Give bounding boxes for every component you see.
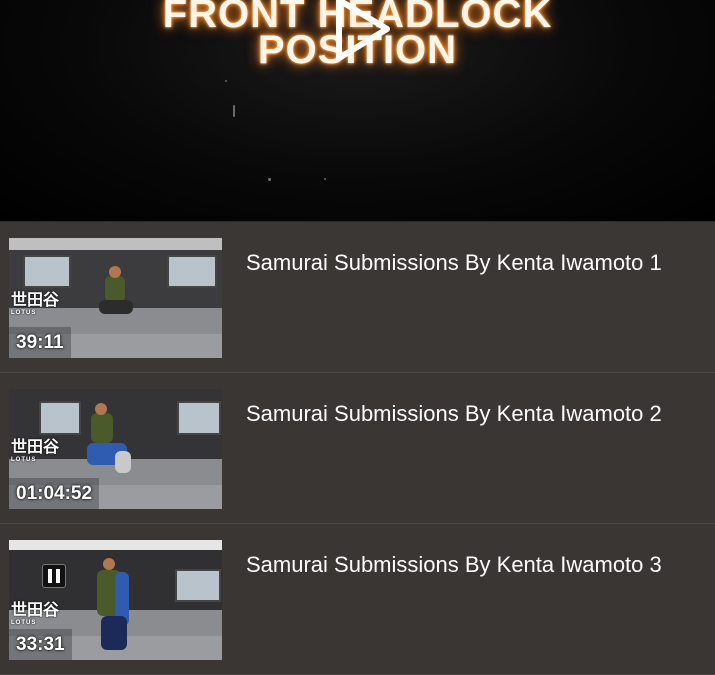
speck — [225, 80, 227, 82]
thumbnail-window — [39, 401, 81, 435]
thumbnail-person-legs — [99, 300, 133, 314]
thumbnail-person-legs — [101, 616, 127, 650]
video-thumbnail[interactable]: 世田谷 LOTUS 39:11 — [9, 238, 222, 358]
video-thumbnail[interactable]: 世田谷 LOTUS 33:31 — [9, 540, 222, 660]
thumbnail-window — [23, 254, 71, 289]
pause-icon[interactable] — [42, 564, 66, 588]
list-item[interactable]: 世田谷 LOTUS 01:04:52 Samurai Submissions By… — [0, 373, 715, 524]
thumbnail-person-head — [95, 403, 107, 415]
play-icon[interactable] — [325, 0, 395, 66]
thumbnail-person-head — [109, 266, 121, 278]
thumbnail-ceiling — [9, 540, 222, 550]
video-title[interactable]: Samurai Submissions By Kenta Iwamoto 1 — [246, 250, 705, 275]
thumbnail-person-head — [103, 558, 115, 570]
video-thumbnail[interactable]: 世田谷 LOTUS 01:04:52 — [9, 389, 222, 509]
thumbnail-person — [91, 413, 113, 443]
video-title[interactable]: Samurai Submissions By Kenta Iwamoto 3 — [246, 552, 705, 577]
thumbnail-person-legs — [115, 451, 131, 473]
thumbnail-person — [105, 276, 125, 302]
video-duration: 33:31 — [9, 629, 72, 660]
thumbnail-window — [167, 254, 217, 289]
video-list: 世田谷 LOTUS 39:11 Samurai Submissions By Ke… — [0, 222, 715, 675]
thumbnail-ceiling — [9, 238, 222, 250]
hero-video[interactable]: FRONT HEADLOCK POSITION — [0, 0, 715, 222]
video-duration: 39:11 — [9, 327, 71, 358]
speck — [233, 105, 235, 117]
speck — [268, 178, 271, 181]
video-duration: 01:04:52 — [9, 478, 100, 509]
list-item[interactable]: 世田谷 LOTUS 39:11 Samurai Submissions By Ke… — [0, 222, 715, 373]
thumbnail-window — [177, 401, 221, 435]
gym-logo: 世田谷 LOTUS — [11, 439, 60, 463]
video-title[interactable]: Samurai Submissions By Kenta Iwamoto 2 — [246, 401, 705, 426]
gym-logo: 世田谷 LOTUS — [11, 602, 60, 626]
speck — [324, 178, 326, 180]
list-item[interactable]: 世田谷 LOTUS 33:31 Samurai Submissions By Ke… — [0, 524, 715, 675]
thumbnail-window — [175, 568, 221, 603]
gym-logo: 世田谷 LOTUS — [11, 292, 60, 316]
